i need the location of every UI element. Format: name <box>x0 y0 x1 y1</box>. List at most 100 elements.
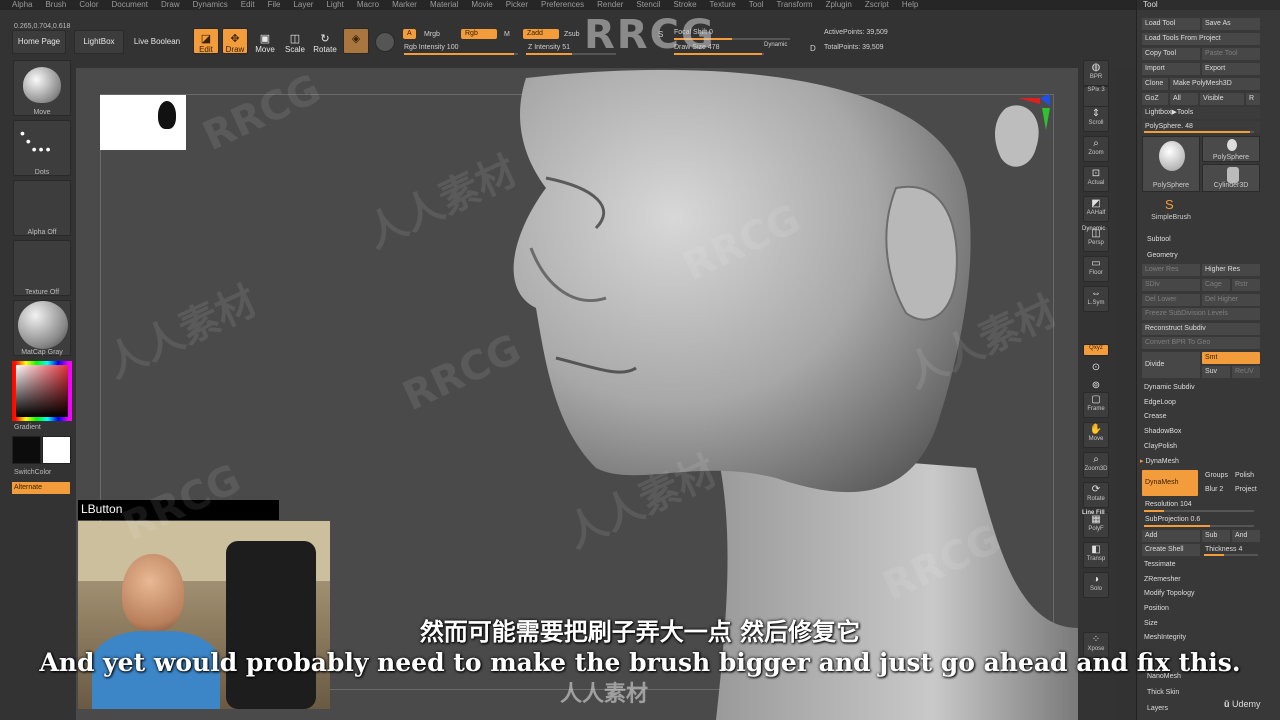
menu-item[interactable]: Tool <box>749 0 764 10</box>
menu-item[interactable]: Zscript <box>865 0 889 10</box>
menu-item[interactable]: Render <box>597 0 623 10</box>
visible-button[interactable]: Visible <box>1200 93 1244 105</box>
dynamesh-button[interactable]: DynaMesh <box>1142 470 1198 496</box>
secondary-color-swatch[interactable] <box>42 436 71 464</box>
rgb-intensity-slider[interactable] <box>404 53 518 55</box>
menu-item[interactable]: Stencil <box>636 0 660 10</box>
shelf-icon-button[interactable]: ⊙ <box>1083 360 1109 373</box>
draw-button[interactable]: ✥ Draw <box>222 28 248 54</box>
resolution-slider-track[interactable] <box>1144 510 1254 512</box>
tool-thumb-polysphere[interactable]: PolySphere <box>1202 136 1260 162</box>
color-sphere-button[interactable] <box>375 32 395 52</box>
shelf-scroll-button[interactable]: ⇕ Scroll <box>1083 106 1109 132</box>
add-button[interactable]: Add <box>1142 530 1200 542</box>
a-toggle[interactable]: A <box>403 29 416 39</box>
geometry-section[interactable]: Geometry <box>1147 252 1178 259</box>
lightbox-button[interactable]: LightBox <box>74 30 124 54</box>
edit-button[interactable]: ◪ Edit <box>193 28 219 54</box>
make-polymesh-button[interactable]: Make PolyMesh3D <box>1170 78 1260 90</box>
menu-item[interactable]: Edit <box>241 0 255 10</box>
color-picker[interactable] <box>12 361 72 421</box>
menu-item[interactable]: Material <box>430 0 458 10</box>
shelf-icon-button[interactable] <box>1083 316 1109 328</box>
shelf-solo-button[interactable]: ◑ Solo <box>1083 572 1109 598</box>
crease-item[interactable]: Crease <box>1144 411 1259 423</box>
tool-header[interactable]: Tool <box>1137 0 1280 10</box>
polish-toggle[interactable]: Polish <box>1232 470 1260 482</box>
m-label[interactable]: M <box>504 31 510 38</box>
rstr-button[interactable]: Rstr <box>1232 279 1260 291</box>
shelf-frame-button[interactable]: ▢ Frame <box>1083 392 1109 418</box>
live-boolean-button[interactable]: Live Boolean <box>130 30 184 54</box>
zsub-label[interactable]: Zsub <box>564 31 580 38</box>
menu-item[interactable]: Zplugin <box>826 0 852 10</box>
tool-thumb-cylinder[interactable]: Cylinder3D <box>1202 164 1260 192</box>
freeze-subdiv-button[interactable]: Freeze SubDivision Levels <box>1142 308 1260 320</box>
thickness-slider-track[interactable] <box>1204 554 1258 556</box>
shelf-move-button[interactable]: ✋ Move <box>1083 422 1109 448</box>
save-as-button[interactable]: Save As <box>1202 18 1260 30</box>
menu-item[interactable]: File <box>268 0 281 10</box>
tessimate-item[interactable]: Tessimate <box>1144 559 1259 571</box>
r-button[interactable]: R <box>1246 93 1260 105</box>
project-toggle[interactable]: Project <box>1232 484 1260 496</box>
material-swatch-button[interactable]: ◈ <box>343 28 369 54</box>
shelf-l-sym-button[interactable]: ⇔ L.Sym <box>1083 286 1109 312</box>
shelf-zoom3d-button[interactable]: ⌕ Zoom3D <box>1083 452 1109 478</box>
menu-item[interactable]: Draw <box>161 0 180 10</box>
shelf-bpr-button[interactable]: ◍ BPR <box>1083 60 1109 86</box>
rgb-toggle[interactable]: Rgb <box>461 29 497 39</box>
dynamesh-section[interactable]: ▸ DynaMesh <box>1140 456 1255 468</box>
edgeloop-item[interactable]: EdgeLoop <box>1144 397 1259 409</box>
load-tool-button[interactable]: Load Tool <box>1142 18 1200 30</box>
sdiv-slider[interactable]: SDiv <box>1142 279 1200 291</box>
reuv-toggle[interactable]: ReUV <box>1232 366 1260 378</box>
alpha-selector[interactable] <box>13 180 71 236</box>
menu-item[interactable]: Macro <box>357 0 379 10</box>
shelf-rotate-button[interactable]: ⟳ Rotate <box>1083 482 1109 508</box>
shelf-icon-button[interactable]: ⊚ <box>1083 378 1109 391</box>
cage-button[interactable]: Cage <box>1202 279 1230 291</box>
polysphere-slider-track[interactable] <box>1144 131 1254 133</box>
menu-item[interactable]: Preferences <box>541 0 584 10</box>
groups-toggle[interactable]: Groups <box>1202 470 1230 482</box>
convert-bpr-button[interactable]: Convert BPR To Geo <box>1142 337 1260 349</box>
suv-toggle[interactable]: Suv <box>1202 366 1230 378</box>
divide-button[interactable]: Divide <box>1142 352 1200 378</box>
blur-slider[interactable]: Blur 2 <box>1202 484 1230 496</box>
menu-item[interactable]: Transform <box>776 0 812 10</box>
shelf-zoom-button[interactable]: ⌕ Zoom <box>1083 136 1109 162</box>
menu-item[interactable]: Document <box>112 0 148 10</box>
menu-item[interactable]: Texture <box>710 0 736 10</box>
texture-selector[interactable] <box>13 240 71 296</box>
home-page-button[interactable]: Home Page <box>12 30 66 54</box>
dynamic-subdiv-item[interactable]: Dynamic Subdiv <box>1144 382 1259 394</box>
menu-item[interactable]: Dynamics <box>193 0 228 10</box>
export-button[interactable]: Export <box>1202 63 1260 75</box>
subtool-section[interactable]: Subtool <box>1147 236 1171 243</box>
main-color-swatch[interactable] <box>12 436 41 464</box>
shadowbox-item[interactable]: ShadowBox <box>1144 426 1259 438</box>
shelf-aahalf-button[interactable]: ◩ AAHalf <box>1083 196 1109 222</box>
material-selector[interactable] <box>13 300 71 356</box>
menu-item[interactable]: Light <box>326 0 343 10</box>
copy-tool-button[interactable]: Copy Tool <box>1142 48 1200 60</box>
zadd-toggle[interactable]: Zadd <box>523 29 559 39</box>
claypolish-item[interactable]: ClayPolish <box>1144 441 1259 453</box>
stroke-selector[interactable]: • • ••• <box>13 120 71 176</box>
menu-item[interactable]: Marker <box>392 0 417 10</box>
smt-toggle[interactable]: Smt <box>1202 352 1260 364</box>
higher-res-button[interactable]: Higher Res <box>1202 264 1260 276</box>
clone-button[interactable]: Clone <box>1142 78 1168 90</box>
lower-res-button[interactable]: Lower Res <box>1142 264 1200 276</box>
tool-thumb-polysphere-main[interactable]: PolySphere <box>1142 136 1200 192</box>
shelf-actual-button[interactable]: ⊡ Actual <box>1083 166 1109 192</box>
menu-item[interactable]: Help <box>902 0 918 10</box>
menu-item[interactable]: Color <box>79 0 98 10</box>
shelf-floor-button[interactable]: ▭ Floor <box>1083 256 1109 282</box>
rotate-button[interactable]: ↻ Rotate <box>312 28 338 54</box>
del-higher-button[interactable]: Del Higher <box>1202 294 1260 306</box>
move-button[interactable]: ▣ Move <box>252 28 278 54</box>
tool-thumb-simplebrush[interactable]: S SimpleBrush <box>1142 194 1200 224</box>
all-button[interactable]: All <box>1170 93 1198 105</box>
